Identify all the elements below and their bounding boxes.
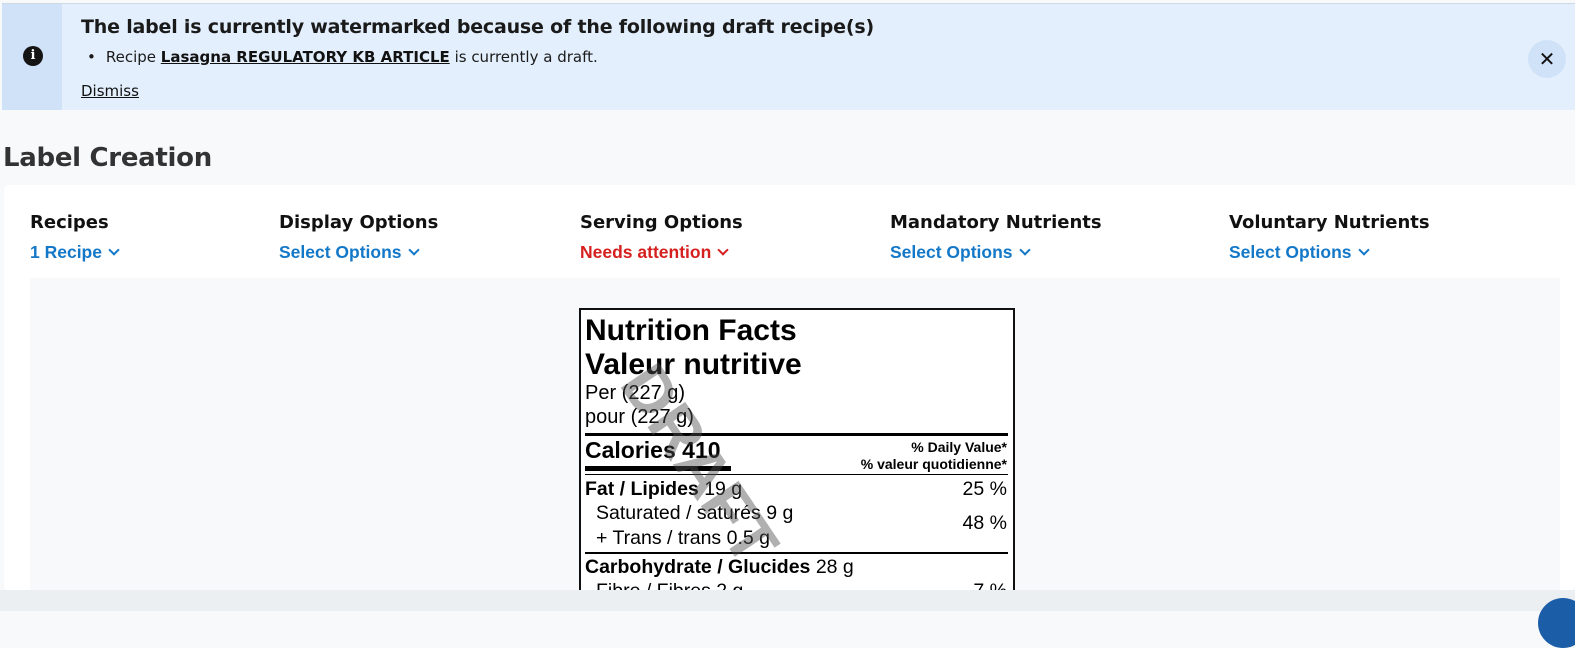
thick-rule <box>585 433 1008 436</box>
option-title: Mandatory Nutrients <box>890 212 1102 233</box>
recipe-link[interactable]: Lasagna REGULATORY KB ARTICLE <box>161 48 450 66</box>
display-options-dropdown[interactable]: Select Options <box>279 242 420 263</box>
chevron-down-icon <box>108 244 120 256</box>
calories-label: Calories <box>585 437 676 463</box>
alert-item-suffix: is currently a draft. <box>454 48 598 66</box>
option-display: Display Options Select Options <box>279 212 438 263</box>
alert-item-prefix: Recipe <box>105 48 157 66</box>
chevron-down-icon <box>1357 244 1370 256</box>
option-title: Recipes <box>30 212 109 233</box>
option-title: Display Options <box>279 212 439 233</box>
serving-options-dropdown[interactable]: Needs attention <box>580 242 729 263</box>
option-title: Serving Options <box>580 212 743 233</box>
option-title: Voluntary Nutrients <box>1229 212 1430 233</box>
label-creation-card: Recipes 1 Recipe Display Options Select … <box>4 185 1575 590</box>
nutrient-name: + Trans / trans <box>596 527 722 549</box>
nutrient-pct: 25 % <box>962 478 1007 500</box>
nutrient-saturated: Saturated / saturés 9 g <box>596 502 793 525</box>
voluntary-nutrients-dropdown[interactable]: Select Options <box>1229 242 1370 263</box>
option-mandatory: Mandatory Nutrients Select Options <box>890 212 1102 263</box>
info-icon: i <box>23 46 43 66</box>
calories-value: 410 <box>682 437 721 463</box>
bottom-bar <box>0 590 1575 611</box>
mandatory-nutrients-dropdown[interactable]: Select Options <box>890 242 1031 263</box>
option-recipes: Recipes 1 Recipe <box>30 212 120 263</box>
nutrient-amount: 0.5 g <box>726 527 770 549</box>
nutrient-name: Fibre / Fibres <box>596 580 711 590</box>
nutrient-fibre: Fibre / Fibres 2 g <box>596 580 743 590</box>
nutrient-name: Carbohydrate / Glucides <box>585 556 811 578</box>
alert-title: The label is currently watermarked becau… <box>81 16 874 38</box>
label-preview: Nutrition Facts Valeur nutritive Per (22… <box>30 278 1560 590</box>
option-value: Select Options <box>1229 242 1352 262</box>
nutrition-facts-label: Nutrition Facts Valeur nutritive Per (22… <box>579 308 1015 590</box>
label-title-fr: Valeur nutritive <box>585 348 802 381</box>
help-button[interactable] <box>1538 598 1575 648</box>
draft-alert: i The label is currently watermarked bec… <box>2 3 1575 110</box>
chevron-down-icon <box>407 244 420 256</box>
section-rule <box>585 552 1008 554</box>
nutrient-trans: + Trans / trans 0.5 g <box>596 527 770 550</box>
option-voluntary: Voluntary Nutrients Select Options <box>1229 212 1430 263</box>
nutrient-pct: 7 % <box>973 580 1007 590</box>
nutrient-pct: 48 % <box>962 512 1007 534</box>
chevron-down-icon <box>1018 244 1031 256</box>
nutrient-amount: 19 g <box>704 478 743 500</box>
recipes-dropdown[interactable]: 1 Recipe <box>30 242 120 263</box>
dismiss-link[interactable]: Dismiss <box>81 82 139 100</box>
close-icon[interactable]: ✕ <box>1528 40 1566 78</box>
option-value: Select Options <box>279 242 402 262</box>
option-value: Needs attention <box>580 242 712 262</box>
nutrient-fat: Fat / Lipides 19 g <box>585 478 742 501</box>
nutrient-amount: 2 g <box>716 580 743 590</box>
daily-value-en: % Daily Value* <box>911 439 1007 455</box>
alert-icon-column: i <box>2 4 62 110</box>
thin-rule <box>585 474 1008 475</box>
nutrient-carbohydrate: Carbohydrate / Glucides 28 g <box>585 556 854 579</box>
calories-underline <box>585 466 731 471</box>
label-title-en: Nutrition Facts <box>585 314 797 347</box>
serving-size-fr: pour (227 g) <box>585 406 694 428</box>
option-value: Select Options <box>890 242 1013 262</box>
bullet: • <box>87 48 96 66</box>
serving-size-en: Per (227 g) <box>585 382 686 404</box>
nutrient-name: Saturated / saturés <box>596 502 761 524</box>
chevron-down-icon <box>717 244 729 256</box>
nutrient-name: Fat / Lipides <box>585 478 699 500</box>
daily-value-fr: % valeur quotidienne* <box>860 456 1007 472</box>
nutrient-amount: 9 g <box>766 502 794 524</box>
nutrient-amount: 28 g <box>815 556 854 578</box>
page-title: Label Creation <box>3 143 212 173</box>
option-value: 1 Recipe <box>30 242 102 262</box>
calories-row: Calories 410 <box>585 437 721 464</box>
option-serving: Serving Options Needs attention <box>580 212 743 263</box>
alert-list-item: • Recipe Lasagna REGULATORY KB ARTICLE is… <box>87 48 598 66</box>
